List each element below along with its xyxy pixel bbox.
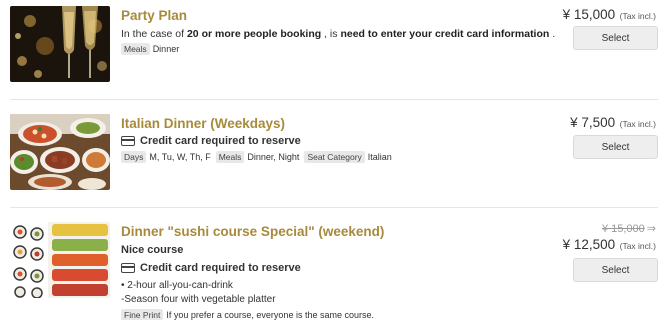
plan-price: ¥ 15,000 (Tax incl.) (563, 6, 656, 24)
credit-card-icon (121, 263, 135, 273)
tag-value: M, Tu, W, Th, F (149, 152, 211, 162)
old-price-value: ¥ 15,000 (601, 223, 645, 235)
tag-label: Seat Category (304, 151, 365, 163)
plan-photo-champagne[interactable] (10, 6, 110, 82)
tag-value: Italian (367, 152, 392, 162)
tax-label: (Tax incl.) (619, 11, 656, 21)
desc-text: In the case of (121, 28, 187, 40)
tag-value: Dinner (152, 44, 180, 54)
price-value: ¥ 12,500 (562, 237, 616, 252)
plan-subtitle: Nice course (121, 244, 184, 256)
credit-card-notice: Credit card required to reserve (121, 135, 301, 147)
plan-bullet: -Season four with vegetable platter (121, 294, 276, 305)
tag-value: If you prefer a course, everyone is the … (166, 310, 374, 320)
plan-price: ¥ 12,500 (Tax incl.) (563, 236, 656, 254)
desc-text: . (549, 28, 556, 40)
divider (10, 207, 658, 208)
plan-photo-italian-food[interactable] (10, 114, 110, 190)
plan-price: ¥ 7,500 (Tax incl.) (570, 114, 656, 132)
plan-description: In the case of 20 or more people booking… (121, 28, 555, 40)
plan-photo-sushi[interactable] (10, 222, 110, 298)
credit-card-icon (121, 136, 135, 146)
plan-tags: Days M, Tu, W, Th, F Meals Dinner, Night… (121, 151, 397, 163)
tax-label: (Tax incl.) (619, 119, 656, 129)
tag-label: Meals (121, 43, 150, 55)
plan-old-price: ¥ 15,000 ⇒ (602, 222, 656, 235)
arrow-right-icon: ⇒ (646, 223, 656, 235)
tag-label: Meals (215, 151, 245, 163)
plan-bullet: • 2-hour all-you-can-drink (121, 280, 233, 291)
select-button[interactable]: Select (573, 258, 658, 282)
plan-title[interactable]: Dinner "sushi course Special" (weekend) (121, 224, 384, 239)
price-value: ¥ 7,500 (570, 115, 616, 130)
desc-text: , is (321, 28, 341, 40)
price-value: ¥ 15,000 (562, 7, 616, 22)
plan-tags: Meals Dinner (121, 43, 184, 55)
tax-label: (Tax incl.) (619, 241, 656, 251)
credit-card-notice: Credit card required to reserve (121, 262, 301, 274)
plan-tags: Fine Print If you prefer a course, every… (121, 309, 379, 320)
select-button[interactable]: Select (573, 26, 658, 50)
tag-value: Dinner, Night (247, 152, 300, 162)
credit-card-text: Credit card required to reserve (140, 262, 301, 274)
tag-label: Days (121, 151, 147, 163)
credit-card-text: Credit card required to reserve (140, 135, 301, 147)
select-button[interactable]: Select (573, 135, 658, 159)
desc-bold: need to enter your credit card informati… (340, 28, 550, 40)
desc-bold: 20 or more people booking (186, 28, 322, 40)
divider (10, 99, 658, 100)
plan-title[interactable]: Italian Dinner (Weekdays) (121, 116, 285, 131)
plan-title[interactable]: Party Plan (121, 8, 187, 23)
tag-label: Fine Print (121, 309, 164, 320)
